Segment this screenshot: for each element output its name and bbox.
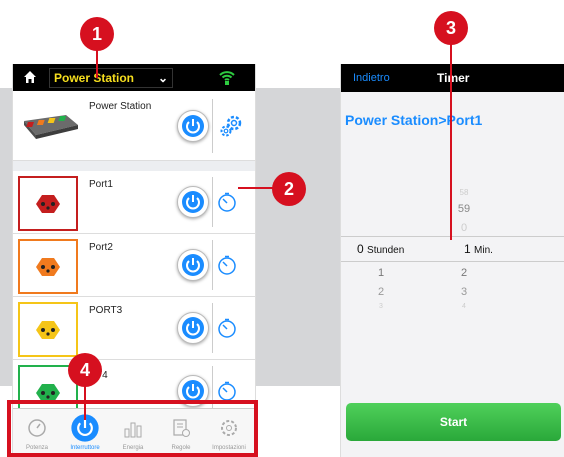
power-station-power-button[interactable]	[177, 110, 209, 142]
port-label: Port2	[89, 242, 113, 253]
port-label: Port1	[89, 179, 113, 190]
home-icon[interactable]	[23, 70, 37, 84]
picker-value: 4	[462, 303, 466, 310]
picker-value: 3	[460, 286, 468, 298]
chevron-down-icon: ⌄	[157, 71, 168, 85]
hours-unit: Stunden	[367, 245, 405, 256]
timer-icon[interactable]	[216, 191, 238, 213]
divider	[212, 240, 213, 290]
breadcrumb: Power Station>Port1	[345, 112, 483, 128]
marker-2: 2	[272, 172, 306, 206]
divider	[212, 99, 213, 153]
power-icon	[182, 115, 204, 137]
divider	[212, 303, 213, 353]
marker-3-line	[450, 44, 452, 240]
minutes-value[interactable]: 1 Min.	[464, 242, 493, 256]
screen-title: Timer	[437, 71, 470, 85]
start-button[interactable]: Start	[346, 403, 561, 441]
power-icon	[182, 317, 204, 339]
socket-icon	[36, 258, 60, 276]
device-selector[interactable]: Power Station ⌄	[49, 68, 173, 88]
divider	[212, 177, 213, 227]
power-icon	[182, 191, 204, 213]
back-button[interactable]: Indietro	[353, 72, 390, 84]
power-strip-image	[24, 115, 78, 139]
wifi-icon	[219, 71, 235, 85]
port-row: Port2	[13, 234, 255, 297]
power-station-label: Power Station	[89, 101, 152, 112]
marker-3: 3	[434, 11, 468, 45]
timer-icon[interactable]	[216, 254, 238, 276]
port2-power-button[interactable]	[177, 249, 209, 281]
socket-icon	[36, 321, 60, 339]
port1-power-button[interactable]	[177, 186, 209, 218]
port3-power-button[interactable]	[177, 312, 209, 344]
marker-4: 4	[68, 353, 102, 387]
timer-icon[interactable]	[216, 380, 238, 402]
picker-value: 3	[379, 303, 383, 310]
top-bar: Power Station ⌄	[13, 64, 255, 91]
socket-swatch	[18, 176, 78, 231]
picker-value: 2	[460, 267, 468, 279]
minutes-number: 1	[464, 242, 471, 256]
hours-number: 0	[357, 242, 364, 256]
picker-selection-line	[341, 261, 564, 262]
hours-value[interactable]: 0 Stunden	[357, 242, 404, 256]
timer-screen: Indietro Timer Power Station>Port1 58 59…	[340, 64, 564, 457]
socket-swatch	[18, 302, 78, 357]
device-selector-label: Power Station	[54, 71, 135, 85]
switch-screen: Power Station ⌄ Power Station Port1 Port…	[12, 64, 256, 457]
picker-selection-line	[341, 236, 564, 237]
port-label: PORT3	[89, 305, 123, 316]
socket-swatch	[18, 239, 78, 294]
power-icon	[182, 254, 204, 276]
port-row: PORT3	[13, 297, 255, 360]
timer-icon[interactable]	[216, 317, 238, 339]
nav-bar: Indietro Timer	[341, 64, 564, 92]
screenshot-stage: Power Station ⌄ Power Station Port1 Port…	[0, 0, 564, 457]
marker-2-line	[238, 187, 274, 189]
minutes-unit: Min.	[474, 245, 493, 256]
socket-icon	[36, 195, 60, 213]
power-station-row: Power Station	[13, 91, 255, 161]
gear-icon[interactable]	[218, 113, 244, 139]
picker-value: 1	[377, 267, 385, 279]
tab-bar-highlight	[7, 400, 258, 457]
marker-1: 1	[80, 17, 114, 51]
picker-value: 2	[377, 286, 385, 298]
port-row: Port1	[13, 171, 255, 234]
section-gap	[13, 161, 255, 171]
